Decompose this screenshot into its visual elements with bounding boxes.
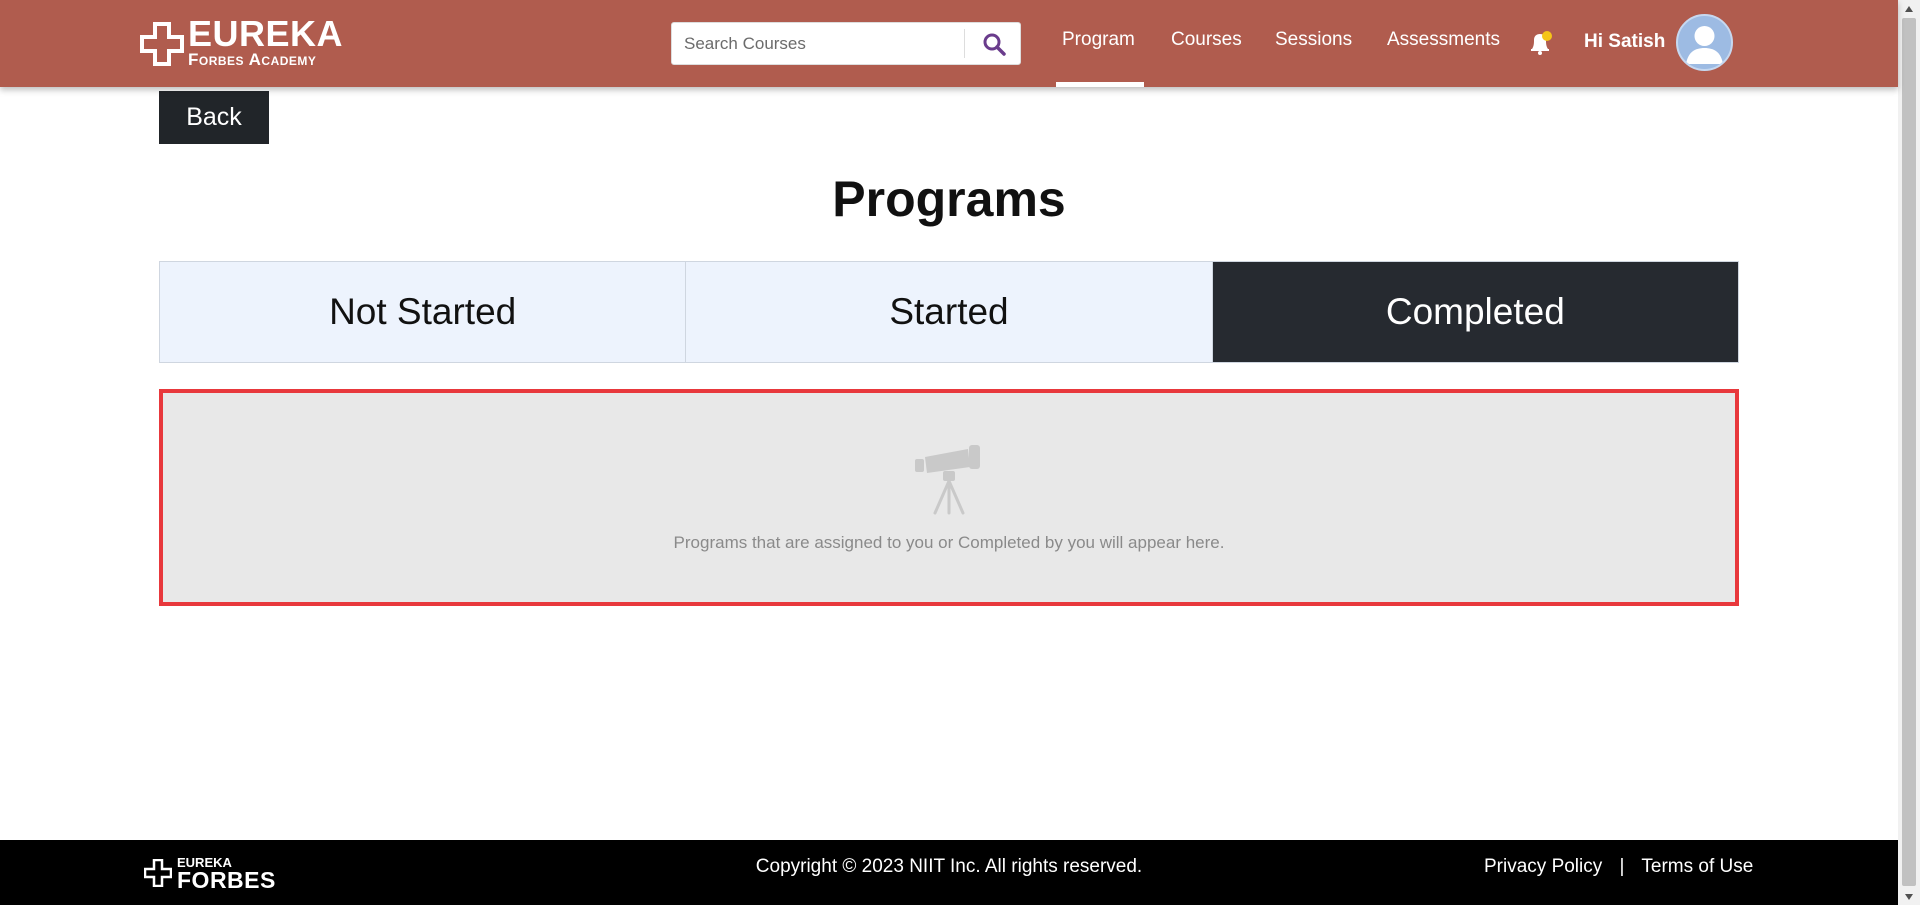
scroll-down-arrow-icon[interactable]: [1898, 888, 1920, 905]
search-icon: [983, 33, 1006, 56]
tab-started[interactable]: Started: [686, 262, 1213, 362]
search-button[interactable]: [968, 23, 1020, 64]
nav-program[interactable]: Program: [1062, 29, 1135, 51]
search-divider: [964, 29, 965, 58]
nav-assessments[interactable]: Assessments: [1387, 29, 1500, 51]
top-header: EUREKA Forbes Academy Program Courses Se…: [0, 0, 1898, 87]
notification-bell-icon[interactable]: [1526, 29, 1554, 57]
footer-links: Privacy Policy | Terms of Use: [1484, 856, 1753, 878]
search-input[interactable]: [672, 23, 964, 64]
logo-line-1: EUREKA: [188, 13, 344, 54]
vertical-scrollbar[interactable]: [1898, 0, 1920, 905]
scroll-up-arrow-icon[interactable]: [1898, 0, 1920, 17]
footer-separator: |: [1619, 856, 1625, 877]
logo-cross-icon: [140, 22, 184, 66]
nav-active-indicator: [1056, 82, 1144, 87]
page-title: Programs: [832, 171, 1066, 227]
program-status-tabs: Not Started Started Completed: [159, 261, 1739, 363]
telescope-icon: [915, 445, 980, 515]
tab-completed[interactable]: Completed: [1212, 262, 1738, 362]
privacy-policy-link[interactable]: Privacy Policy: [1484, 856, 1602, 877]
user-greeting[interactable]: Hi Satish: [1584, 31, 1665, 53]
nav-sessions[interactable]: Sessions: [1275, 29, 1352, 51]
scrollbar-thumb[interactable]: [1902, 18, 1916, 886]
empty-state-message: Programs that are assigned to you or Com…: [673, 533, 1225, 552]
nav-courses[interactable]: Courses: [1171, 29, 1242, 51]
user-avatar-icon: [1686, 26, 1723, 64]
back-button[interactable]: Back: [159, 91, 269, 144]
user-avatar[interactable]: [1676, 14, 1733, 71]
empty-state-panel: Programs that are assigned to you or Com…: [159, 389, 1739, 606]
logo-line-2: Forbes Academy: [188, 50, 317, 69]
terms-of-use-link[interactable]: Terms of Use: [1641, 856, 1753, 877]
search-bar: [671, 22, 1021, 65]
tab-not-started[interactable]: Not Started: [160, 262, 687, 362]
eureka-forbes-academy-logo[interactable]: EUREKA Forbes Academy: [140, 16, 350, 72]
